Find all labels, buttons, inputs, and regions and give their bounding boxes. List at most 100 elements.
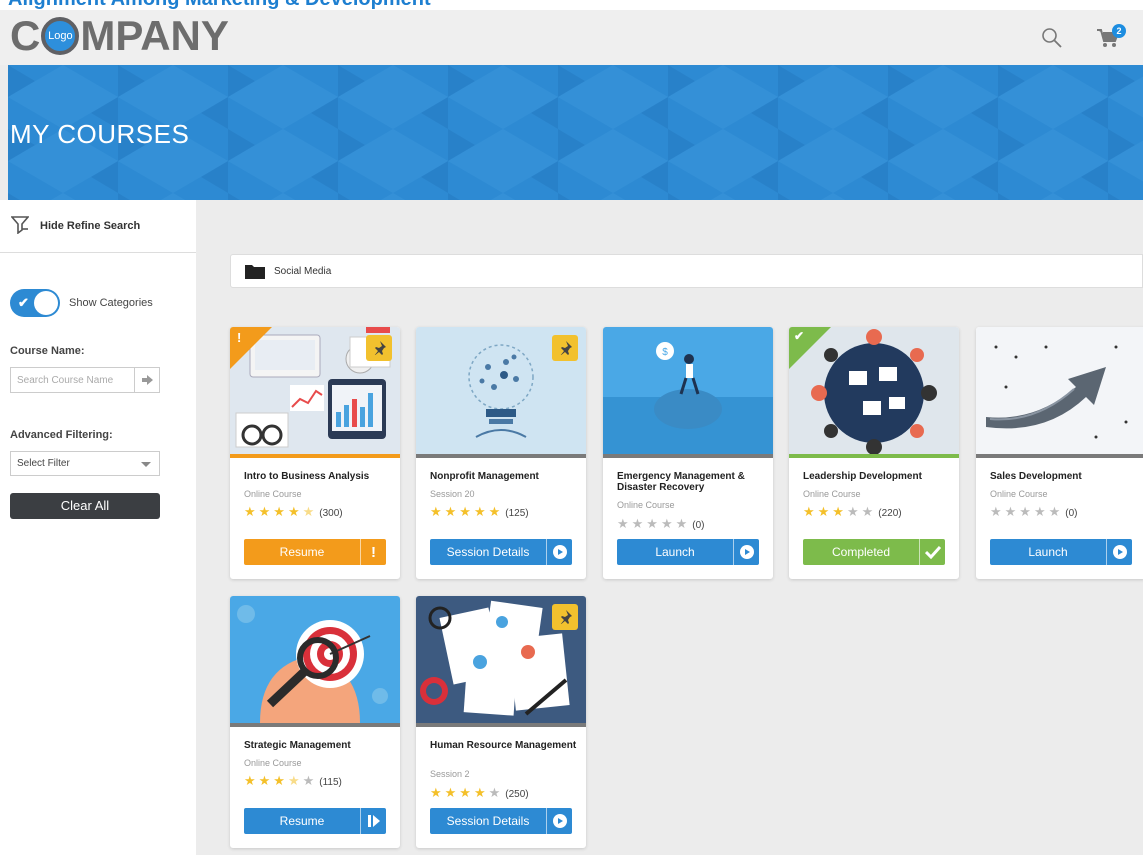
rating-stars: ★★★★★ (0) <box>617 516 705 531</box>
button-label: Session Details <box>446 814 530 828</box>
logo-circle: Logo <box>41 17 80 55</box>
course-type: Online Course <box>244 758 302 768</box>
page-title: MY COURSES <box>10 119 190 149</box>
pin-icon[interactable] <box>552 604 578 630</box>
rating-stars: ★★★★★ (0) <box>990 504 1078 519</box>
course-card[interactable]: ✔ Leadership Development Online Course ★… <box>789 327 959 579</box>
select-filter-value: Select Filter <box>17 458 70 469</box>
search-icon[interactable] <box>1040 26 1064 50</box>
advanced-filter-select[interactable]: Select Filter <box>10 451 160 476</box>
svg-text:$: $ <box>662 347 668 358</box>
refine-sidebar: Hide Refine Search ✔ Show Categories Cou… <box>0 200 196 855</box>
resume-button[interactable]: Resume <box>244 808 386 834</box>
course-title[interactable]: Intro to Business Analysis <box>244 471 394 482</box>
company-logo[interactable]: C Logo MPANY <box>10 12 229 59</box>
completed-button[interactable]: Completed <box>803 539 945 565</box>
launch-button[interactable]: Launch <box>617 539 759 565</box>
course-name-search <box>10 367 160 393</box>
course-thumbnail <box>230 596 400 723</box>
exclamation-icon: ! <box>237 330 242 345</box>
folder-icon <box>245 265 265 279</box>
course-card[interactable]: Strategic Management Online Course ★★★★★… <box>230 596 400 848</box>
course-thumbnail: $ <box>603 327 773 454</box>
pin-icon[interactable] <box>552 335 578 361</box>
cropped-title-text: Alignment Among Marketing & Development <box>8 0 431 10</box>
play-circle-icon <box>1106 539 1132 565</box>
play-circle-icon <box>546 808 572 834</box>
rating-count: (300) <box>319 508 343 519</box>
rating-stars: ★★★★★ (220) <box>803 504 902 519</box>
button-label: Completed <box>831 545 891 559</box>
progress-strip <box>416 723 586 727</box>
progress-strip <box>603 454 773 458</box>
course-title[interactable]: Leadership Development <box>803 471 953 482</box>
toggle-knob <box>34 291 58 315</box>
emergency-piggybank-illustration: $ <box>603 327 773 454</box>
clear-all-button[interactable]: Clear All <box>10 493 160 519</box>
course-thumbnail <box>976 327 1143 454</box>
course-title[interactable]: Sales Development <box>990 471 1140 482</box>
rating-stars: ★★★★★ (250) <box>430 785 529 800</box>
breadcrumb-label: Social Media <box>274 266 332 277</box>
resume-icon <box>360 808 386 834</box>
exclamation-icon: ! <box>360 539 386 565</box>
strategic-target-illustration <box>230 596 400 723</box>
session-details-button[interactable]: Session Details <box>430 808 572 834</box>
course-title[interactable]: Strategic Management <box>244 740 394 751</box>
check-icon: ✔ <box>18 295 29 310</box>
progress-strip <box>230 723 400 727</box>
launch-button[interactable]: Launch <box>990 539 1132 565</box>
advanced-filtering-label: Advanced Filtering: <box>10 429 113 441</box>
rating-stars: ★★★★★ (300) <box>244 504 343 519</box>
hero-banner: MY COURSES <box>8 65 1143 200</box>
course-card[interactable]: Sales Development Online Course ★★★★★ (0)… <box>976 327 1143 579</box>
logo-letters-mpany: MPANY <box>80 12 229 59</box>
button-label: Session Details <box>446 545 530 559</box>
arrow-right-icon <box>141 375 153 385</box>
course-card[interactable]: ! Intro to Business Analysis Online Cour… <box>230 327 400 579</box>
resume-button[interactable]: Resume ! <box>244 539 386 565</box>
chevron-down-icon <box>141 462 151 467</box>
course-title[interactable]: Emergency Management & Disaster Recovery <box>617 471 767 493</box>
rating-count: (250) <box>505 789 529 800</box>
course-card[interactable]: $ Emergency Management & Disaster Recove… <box>603 327 773 579</box>
course-type: Online Course <box>803 489 861 499</box>
show-categories-toggle[interactable]: ✔ <box>10 289 60 317</box>
rating-count: (0) <box>1065 508 1078 519</box>
rating-count: (0) <box>692 520 705 531</box>
category-breadcrumb[interactable]: Social Media <box>230 254 1143 288</box>
progress-strip <box>976 454 1143 458</box>
course-title[interactable]: Human Resource Management <box>430 740 580 751</box>
search-submit-button[interactable] <box>134 368 159 392</box>
cart-count-badge: 2 <box>1112 24 1126 38</box>
rating-count: (125) <box>505 508 529 519</box>
course-name-input[interactable] <box>11 368 135 392</box>
button-label: Resume <box>279 814 325 828</box>
course-thumbnail: ✔ <box>789 327 959 454</box>
course-type: Session 20 <box>430 489 475 499</box>
check-icon: ✔ <box>794 329 805 343</box>
logo-letter-c: C <box>10 12 41 59</box>
cropped-page-title: Alignment Among Marketing & Development <box>0 0 1143 10</box>
logo-inner-text: Logo <box>48 30 73 42</box>
course-name-label: Course Name: <box>10 345 85 357</box>
progress-strip <box>789 454 959 458</box>
hide-refine-search-button[interactable]: Hide Refine Search <box>0 200 196 253</box>
session-details-button[interactable]: Session Details <box>430 539 572 565</box>
cart-button[interactable]: 2 <box>1096 24 1126 50</box>
sales-arrow-crowd-illustration <box>976 327 1143 454</box>
course-card[interactable]: Human Resource Management Session 2 ★★★★… <box>416 596 586 848</box>
course-type: Online Course <box>990 489 1048 499</box>
course-thumbnail <box>416 596 586 723</box>
course-thumbnail <box>416 327 586 454</box>
rating-count: (115) <box>319 777 342 788</box>
course-card[interactable]: Nonprofit Management Session 20 ★★★★★ (12… <box>416 327 586 579</box>
button-label: Launch <box>655 545 695 559</box>
show-categories-label: Show Categories <box>69 297 153 309</box>
course-title[interactable]: Nonprofit Management <box>430 471 580 482</box>
top-header: C Logo MPANY 2 <box>0 10 1143 65</box>
hide-refine-search-label: Hide Refine Search <box>40 220 141 232</box>
pin-icon[interactable] <box>366 335 392 361</box>
progress-strip <box>230 454 400 458</box>
progress-strip <box>416 454 586 458</box>
